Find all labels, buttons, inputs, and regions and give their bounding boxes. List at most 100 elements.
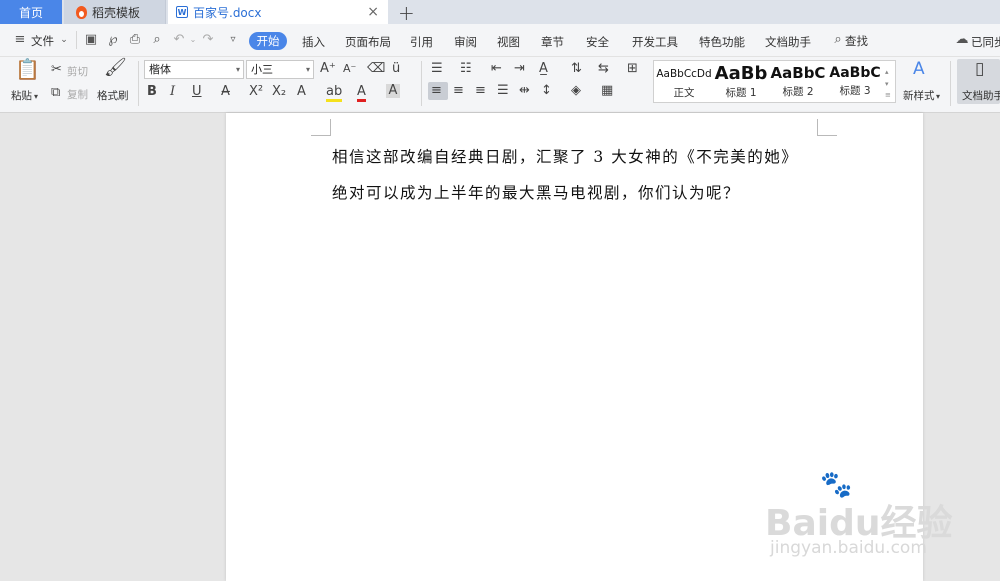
print-icon[interactable]: ⎙ [128, 33, 142, 47]
copy-icon[interactable]: ⧉ [51, 86, 60, 100]
menu-security[interactable]: 安全 [586, 34, 609, 50]
style-gallery: AaBbCcDd 正文 AaBb 标题 1 AaBbC 标题 2 AaBbC 标… [653, 60, 896, 103]
search-icon[interactable]: ⌕ [831, 33, 845, 47]
style-heading-3-sample: AaBbC [829, 65, 881, 81]
align-center-icon[interactable]: ≡ [453, 84, 464, 98]
menu-file[interactable]: 文件 [31, 33, 54, 49]
bold-icon[interactable]: B [147, 85, 157, 99]
decrease-indent-icon[interactable]: ⇤ [491, 62, 502, 76]
tab-template[interactable]: 稻壳模板 [64, 0, 166, 24]
menu-special-features[interactable]: 特色功能 [699, 34, 745, 50]
font-name-dropdown-icon: ▾ [235, 65, 240, 74]
font-name-select[interactable]: 楷体 ▾ [144, 60, 244, 79]
style-heading-1-name: 标题 1 [725, 87, 757, 99]
close-tab-icon[interactable]: × [367, 4, 379, 20]
document-paragraph-line-2[interactable]: 绝对可以成为上半年的最大黑马电视剧，你们认为呢？ [332, 181, 740, 203]
bullet-list-icon[interactable]: ☰ [431, 62, 443, 76]
sync-status[interactable]: 已同步 [971, 34, 1000, 50]
superscript-icon[interactable]: X² [249, 85, 263, 99]
copy-button[interactable]: 复制 [67, 87, 88, 102]
char-shading-icon[interactable]: A [386, 84, 400, 98]
shading-icon[interactable]: ◈ [571, 84, 581, 98]
ribbon-divider [421, 61, 422, 106]
new-tab-button[interactable]: + [398, 1, 415, 25]
align-left-icon: ≡ [431, 83, 442, 98]
new-style-dropdown-icon[interactable]: ▾ [936, 90, 940, 104]
style-normal-sample: AaBbCcDd [656, 68, 712, 80]
style-heading-2[interactable]: AaBbC 标题 2 [770, 63, 826, 99]
distributed-align-icon[interactable]: ⇹ [519, 84, 530, 98]
menu-page-layout[interactable]: 页面布局 [345, 34, 391, 50]
table-icon[interactable]: ⊞ [627, 62, 638, 76]
undo-icon[interactable]: ↶ [172, 33, 186, 47]
menu-review[interactable]: 审阅 [454, 34, 477, 50]
menu-view[interactable]: 视图 [497, 34, 520, 50]
margin-corner-top-left [311, 119, 331, 136]
increase-font-icon[interactable]: A⁺ [320, 62, 336, 76]
menu-references[interactable]: 引用 [410, 34, 433, 50]
highlight-icon[interactable]: ab [326, 85, 343, 102]
italic-icon[interactable]: I [170, 85, 175, 99]
menu-insert[interactable]: 插入 [302, 34, 325, 50]
new-style-button[interactable]: 新样式 [903, 88, 935, 103]
word-doc-icon: W [176, 6, 188, 18]
new-style-icon[interactable]: A [913, 61, 925, 78]
save-icon[interactable]: ▣ [84, 33, 98, 47]
menu-search[interactable]: 查找 [845, 33, 868, 49]
format-painter-button[interactable]: 格式刷 [97, 88, 129, 103]
tab-document[interactable]: W 百家号.docx × [168, 0, 388, 24]
document-paragraph-line-1[interactable]: 相信这部改编自经典日剧，汇聚了 3 大女神的《不完美的她》 [332, 145, 798, 167]
export-pdf-icon[interactable]: ℘ [106, 33, 120, 47]
undo-dropdown-icon[interactable]: ⌄ [186, 33, 200, 47]
font-size-select[interactable]: 小三 ▾ [246, 60, 314, 79]
menu-document-assistant[interactable]: 文档助手 [765, 34, 811, 50]
style-heading-2-name: 标题 2 [782, 86, 814, 98]
cut-icon[interactable]: ✂ [51, 63, 62, 77]
chinese-layout-icon[interactable]: A̲ [539, 62, 548, 76]
format-painter-icon[interactable]: 🖌 [104, 59, 127, 77]
paw-logo-icon: 🐾 [820, 470, 853, 500]
style-heading-2-sample: AaBbC [770, 64, 826, 82]
strikethrough-icon[interactable]: A̶ [221, 85, 230, 99]
menu-home[interactable]: 开始 [249, 32, 287, 50]
style-normal[interactable]: AaBbCcDd 正文 [656, 63, 712, 100]
cut-button[interactable]: 剪切 [67, 64, 88, 79]
decrease-font-icon[interactable]: A⁻ [343, 62, 356, 76]
document-assistant-label: 文档助手 [962, 90, 1000, 102]
underline-icon[interactable]: U [192, 85, 202, 99]
tab-template-label: 稻壳模板 [92, 5, 141, 20]
justify-icon[interactable]: ☰ [497, 84, 509, 98]
clear-format-icon[interactable]: ⌫ [367, 62, 385, 76]
watermark-url: jingyan.baidu.com [770, 538, 927, 558]
cloud-sync-icon[interactable]: ☁ [955, 33, 969, 47]
quick-access-dropdown-icon[interactable]: ▿ [226, 33, 240, 47]
subscript-icon[interactable]: X₂ [272, 85, 286, 99]
font-color-icon[interactable]: A [357, 85, 366, 102]
tab-home[interactable]: 首页 [0, 0, 62, 24]
text-effect-icon[interactable]: A [297, 85, 306, 99]
tab-document-label: 百家号.docx [193, 5, 262, 20]
style-gallery-more-icon[interactable]: ≡ [885, 88, 891, 102]
hamburger-menu-icon[interactable]: ≡ [13, 33, 27, 47]
paste-icon[interactable]: 📋 [15, 59, 40, 79]
style-heading-1[interactable]: AaBb 标题 1 [713, 63, 769, 100]
redo-icon[interactable]: ↷ [201, 33, 215, 47]
style-normal-name: 正文 [673, 87, 695, 99]
menu-developer-tools[interactable]: 开发工具 [632, 34, 678, 50]
print-preview-icon[interactable]: ⌕ [150, 33, 164, 47]
daoke-logo-icon [76, 5, 87, 19]
line-spacing-icon[interactable]: ↕ [541, 84, 552, 98]
numbered-list-icon[interactable]: ☷ [460, 62, 472, 76]
increase-indent-icon[interactable]: ⇥ [514, 62, 525, 76]
align-right-icon[interactable]: ≡ [475, 84, 486, 98]
paste-button[interactable]: 粘贴 [11, 88, 32, 103]
paste-dropdown-icon[interactable]: ▾ [34, 90, 38, 104]
borders-icon[interactable]: ▦ [601, 84, 613, 98]
show-hide-marks-icon[interactable]: ⇆ [598, 62, 609, 76]
phonetic-guide-icon[interactable]: ü [392, 62, 400, 76]
sort-icon[interactable]: ⇅ [571, 62, 582, 76]
style-heading-3[interactable]: AaBbC 标题 3 [827, 63, 883, 98]
menu-chapter[interactable]: 章节 [541, 34, 564, 50]
font-size-value: 小三 [251, 63, 273, 76]
file-dropdown-icon[interactable]: ⌄ [57, 33, 71, 47]
